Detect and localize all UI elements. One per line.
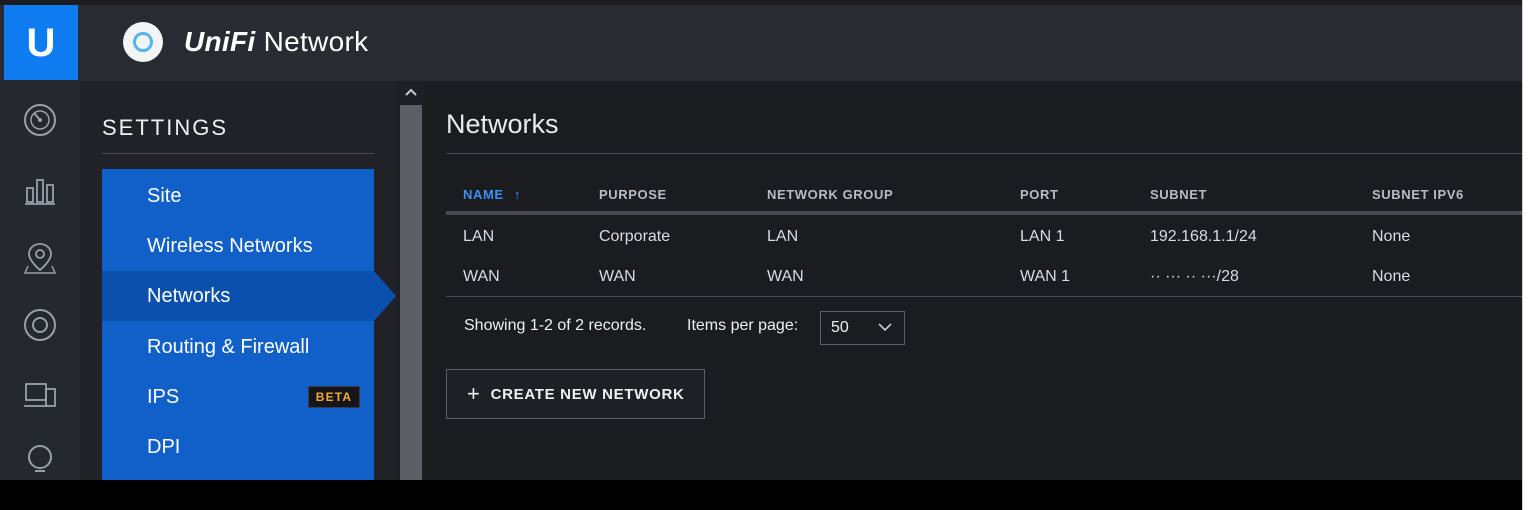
settings-item-label: IPS <box>147 385 180 408</box>
settings-item-label: Networks <box>147 284 231 307</box>
cell-port: WAN 1 <box>1020 268 1071 285</box>
settings-scrollbar[interactable] <box>398 81 424 480</box>
settings-item-wireless-networks[interactable]: Wireless Networks <box>102 221 374 271</box>
beta-badge: BETA <box>308 386 360 408</box>
app-title: UniFi Network <box>184 26 368 58</box>
table-header: NAME ↑ PURPOSE NETWORK GROUP PORT SUBNET… <box>446 187 1522 211</box>
table-row[interactable]: LAN Corporate LAN LAN 1 192.168.1.1/24 N… <box>446 216 1522 256</box>
cell-subnet-ipv6: None <box>1372 228 1411 245</box>
settings-heading: SETTINGS <box>102 115 229 140</box>
cell-purpose: Corporate <box>599 228 671 245</box>
main-content: Networks NAME ↑ PURPOSE NETWORK GROUP PO… <box>424 81 1522 480</box>
chevron-down-icon <box>878 323 892 332</box>
cell-subnet: 192.168.1.1/24 <box>1150 228 1257 245</box>
records-count: Showing 1-2 of 2 records. <box>464 317 647 334</box>
column-header-name[interactable]: NAME ↑ <box>463 187 521 202</box>
sort-ascending-icon: ↑ <box>513 187 522 202</box>
map-pin-icon[interactable] <box>21 239 59 277</box>
ubiquiti-logo-button[interactable]: U <box>4 5 78 80</box>
table-bottom-rule <box>446 296 1522 297</box>
cell-subnet-ipv6: None <box>1372 268 1411 285</box>
table-row[interactable]: WAN WAN WAN WAN 1 ·· ··· ·· ···/28 None <box>446 256 1522 296</box>
dashboard-gauge-icon[interactable] <box>21 101 59 139</box>
active-item-pointer <box>374 271 396 321</box>
settings-item-site[interactable]: Site <box>102 171 374 221</box>
table-header-rule <box>446 211 1522 215</box>
nav-rail <box>0 81 80 480</box>
create-new-network-button[interactable]: + CREATE NEW NETWORK <box>446 369 705 419</box>
column-header-purpose[interactable]: PURPOSE <box>599 187 667 202</box>
cell-purpose: WAN <box>599 268 636 285</box>
cell-subnet: ·· ··· ·· ···/28 <box>1150 268 1239 285</box>
settings-menu: Site Wireless Networks Networks Routing … <box>102 169 396 480</box>
settings-item-label: Site <box>147 184 182 207</box>
page-title: Networks <box>446 109 559 139</box>
settings-item-label: DPI <box>147 435 181 458</box>
bottom-black-bar <box>0 480 1522 510</box>
settings-item-networks[interactable]: Networks <box>102 271 396 321</box>
app-title-prefix: UniFi <box>184 26 256 57</box>
cell-network-group: WAN <box>767 268 804 285</box>
settings-item-ips[interactable]: IPS BETA <box>102 372 374 422</box>
unifi-app-window: U UniFi Network SETTINGS Site Wireless N… <box>0 0 1522 480</box>
ubiquiti-logo-icon: U <box>26 20 56 65</box>
column-header-port[interactable]: PORT <box>1020 187 1059 202</box>
column-header-label: NAME <box>463 187 504 202</box>
cell-name: WAN <box>463 268 500 285</box>
statistics-bars-icon[interactable] <box>21 171 59 209</box>
items-per-page-label: Items per page: <box>687 317 799 334</box>
column-header-network-group[interactable]: NETWORK GROUP <box>767 187 893 202</box>
column-header-subnet-ipv6[interactable]: SUBNET IPV6 <box>1372 187 1464 202</box>
create-new-network-label: CREATE NEW NETWORK <box>490 385 685 403</box>
settings-item-label: Wireless Networks <box>147 234 313 257</box>
insights-bulb-icon[interactable] <box>21 441 59 479</box>
cell-name: LAN <box>463 228 495 245</box>
settings-item-label: Routing & Firewall <box>147 335 310 358</box>
window-right-edge <box>1522 0 1528 510</box>
title-divider <box>446 153 1522 154</box>
unifi-network-logo-icon <box>123 22 163 62</box>
app-title-suffix: Network <box>255 26 369 57</box>
settings-item-dpi[interactable]: DPI <box>102 422 374 472</box>
items-per-page-value: 50 <box>831 319 849 336</box>
scroll-up-icon[interactable] <box>398 81 424 103</box>
cell-port: LAN 1 <box>1020 228 1065 245</box>
cell-network-group: LAN <box>767 228 799 245</box>
clients-monitor-icon[interactable] <box>21 376 59 414</box>
settings-panel: SETTINGS Site Wireless Networks Networks… <box>80 81 398 480</box>
plus-icon: + <box>467 381 481 406</box>
devices-circle-icon[interactable] <box>21 306 59 344</box>
column-header-subnet[interactable]: SUBNET <box>1150 187 1207 202</box>
scroll-thumb[interactable] <box>400 105 422 480</box>
items-per-page-select[interactable]: 50 <box>820 311 905 345</box>
settings-item-routing-firewall[interactable]: Routing & Firewall <box>102 322 374 372</box>
settings-divider <box>102 153 374 154</box>
